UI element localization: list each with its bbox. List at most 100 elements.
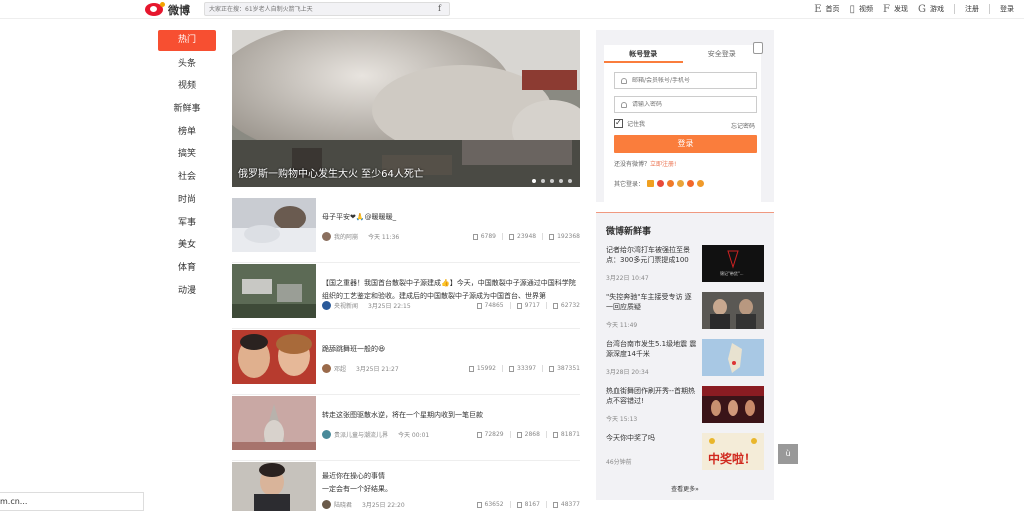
author-avatar[interactable] <box>322 500 331 509</box>
fresh-text[interactable]: "失控奔驰"车主接受专访 逐一回应质疑 <box>606 292 698 312</box>
view-more-link[interactable]: 查看更多» <box>596 484 774 493</box>
social-login-icon[interactable] <box>667 180 675 187</box>
username-input[interactable] <box>632 77 752 84</box>
login-button[interactable]: 登录 <box>614 135 757 153</box>
category-fresh[interactable]: 新鲜事 <box>158 98 216 121</box>
feed-item[interactable]: 【国之重器！我国首台散裂中子源建成👍】今天，中国散裂中子源通过中国科学院组织的工… <box>232 264 580 329</box>
qr-code-icon[interactable] <box>753 42 763 54</box>
category-headlines[interactable]: 头条 <box>158 53 216 76</box>
category-fashion[interactable]: 时尚 <box>158 189 216 212</box>
like-count[interactable]: 81871 <box>552 431 580 438</box>
repost-count[interactable]: 72829 <box>476 431 504 438</box>
author-avatar[interactable] <box>322 430 331 439</box>
social-login-icon[interactable] <box>687 180 695 187</box>
comment-count[interactable]: 9717 <box>516 302 540 309</box>
fresh-thumbnail[interactable] <box>702 292 764 329</box>
password-input[interactable] <box>632 101 752 108</box>
hero-title[interactable]: 俄罗斯一购物中心发生大火 至少64人死亡 <box>238 165 424 180</box>
remember-me[interactable]: 记住我 <box>614 118 645 128</box>
author-avatar[interactable] <box>322 232 331 241</box>
social-login-icon[interactable] <box>697 180 705 187</box>
like-count[interactable]: 192368 <box>549 233 580 240</box>
feed-item[interactable]: 转走这张图驱散水逆，将在一个星期内收到一笔巨款 贵派儿童与潮流儿界 今天 00:… <box>232 396 580 461</box>
comment-count[interactable]: 8167 <box>516 501 540 508</box>
nav-video[interactable]: ▯ 视频 <box>850 4 874 15</box>
repost-count[interactable]: 15992 <box>468 365 496 372</box>
hero-banner[interactable]: 俄罗斯一购物中心发生大火 至少64人死亡 <box>232 30 580 187</box>
hero-dot[interactable] <box>532 179 536 183</box>
hero-dot[interactable] <box>550 179 554 183</box>
feed-thumbnail[interactable] <box>232 462 316 511</box>
tab-account-login[interactable]: 帐号登录 <box>604 45 683 63</box>
search-icon[interactable]: f <box>438 4 441 13</box>
category-video[interactable]: 视频 <box>158 75 216 98</box>
fresh-text[interactable]: 今天你中奖了吗 <box>606 433 698 443</box>
feed-thumbnail[interactable] <box>232 198 316 252</box>
author-avatar[interactable] <box>322 301 331 310</box>
fresh-text[interactable]: 台湾台南市发生5.1级地震 震源深度14千米 <box>606 339 698 359</box>
register-link[interactable]: 立即注册! <box>650 161 676 168</box>
fresh-item[interactable]: 今天你中奖了吗 46分钟前 中奖啦！ <box>606 433 766 470</box>
feed-text[interactable]: 跪舔跳舞班一般的😆 <box>322 343 580 356</box>
feed-text[interactable]: 转走这张图驱散水逆，将在一个星期内收到一笔巨款 <box>322 409 580 422</box>
search-input[interactable] <box>205 3 425 15</box>
category-ranking[interactable]: 榜单 <box>158 121 216 144</box>
comment-count[interactable]: 2868 <box>516 431 540 438</box>
nav-discover[interactable]: F 发现 <box>883 4 908 15</box>
fresh-item[interactable]: 台湾台南市发生5.1级地震 震源深度14千米 3月28日 20:34 <box>606 339 766 376</box>
fresh-item[interactable]: 热血街舞团作刷开秀--首期热点不容错过! 今天 15:13 <box>606 386 766 423</box>
username-field[interactable] <box>614 72 757 89</box>
nav-login[interactable]: 登录 <box>1000 4 1014 14</box>
category-anime[interactable]: 动漫 <box>158 280 216 303</box>
author-name[interactable]: 央视新闻 <box>334 301 358 310</box>
fresh-thumbnail[interactable]: 锦记"带货"... <box>702 245 764 282</box>
author-name[interactable]: 邓超 <box>334 364 346 373</box>
fresh-text[interactable]: 热血街舞团作刷开秀--首期热点不容错过! <box>606 386 698 406</box>
category-military[interactable]: 军事 <box>158 212 216 235</box>
feed-thumbnail[interactable] <box>232 264 316 318</box>
password-field[interactable] <box>614 96 757 113</box>
like-count[interactable]: 62732 <box>552 302 580 309</box>
like-count[interactable]: 48377 <box>552 501 580 508</box>
like-count[interactable]: 387351 <box>549 365 580 372</box>
author-name[interactable]: 陆晓君 <box>334 500 352 509</box>
social-login-icon[interactable] <box>677 180 685 187</box>
feed-text[interactable]: 母子平安❤🙏@暖暖暖_ <box>322 211 580 224</box>
forgot-password-link[interactable]: 忘记密码 <box>731 121 755 130</box>
fresh-thumbnail[interactable] <box>702 386 764 423</box>
nav-home[interactable]: E 首页 <box>814 4 839 15</box>
tab-secure-login[interactable]: 安全登录 <box>683 45 762 63</box>
feed-item[interactable]: 最近你在操心的事情 一定会有一个好结果。 陆晓君 3月25日 22:20 636… <box>232 462 580 511</box>
fresh-thumbnail[interactable]: 中奖啦！ <box>702 433 764 470</box>
feed-item[interactable]: 母子平安❤🙏@暖暖暖_ 我的阿崩 今天 11:36 6789 23948 192… <box>232 198 580 263</box>
repost-count[interactable]: 6789 <box>472 233 496 240</box>
hero-dot[interactable] <box>568 179 572 183</box>
author-name[interactable]: 我的阿崩 <box>334 232 358 241</box>
category-beauty[interactable]: 美女 <box>158 234 216 257</box>
remember-checkbox[interactable] <box>614 118 623 128</box>
nav-register[interactable]: 注册 <box>965 4 979 14</box>
category-society[interactable]: 社会 <box>158 166 216 189</box>
fresh-item[interactable]: 记者给尔湾打车被强拉至景点：300多元门票提成100 3月22日 10:47 锦… <box>606 245 766 282</box>
feed-item[interactable]: 跪舔跳舞班一般的😆 邓超 3月25日 21:27 15992 33397 387… <box>232 330 580 395</box>
comment-count[interactable]: 23948 <box>509 233 536 240</box>
category-funny[interactable]: 搞笑 <box>158 143 216 166</box>
hero-dot[interactable] <box>541 179 545 183</box>
category-hot[interactable]: 热门 <box>158 30 216 51</box>
fresh-text[interactable]: 记者给尔湾打车被强拉至景点：300多元门票提成100 <box>606 245 698 265</box>
feed-thumbnail[interactable] <box>232 396 316 450</box>
social-login-icon[interactable] <box>657 180 665 187</box>
repost-count[interactable]: 63652 <box>476 501 504 508</box>
category-sports[interactable]: 体育 <box>158 257 216 280</box>
search-box[interactable]: f <box>204 2 450 16</box>
author-name[interactable]: 贵派儿童与潮流儿界 <box>334 430 388 439</box>
social-login-icon[interactable] <box>647 180 655 187</box>
nav-games[interactable]: G 游戏 <box>918 4 944 15</box>
author-avatar[interactable] <box>322 364 331 373</box>
feed-thumbnail[interactable] <box>232 330 316 384</box>
repost-count[interactable]: 74865 <box>476 302 504 309</box>
fresh-item[interactable]: "失控奔驰"车主接受专访 逐一回应质疑 今天 11:49 <box>606 292 766 329</box>
hero-dot[interactable] <box>559 179 563 183</box>
back-to-top-button[interactable]: ù <box>778 444 798 464</box>
weibo-logo[interactable]: 微博 <box>145 2 190 17</box>
